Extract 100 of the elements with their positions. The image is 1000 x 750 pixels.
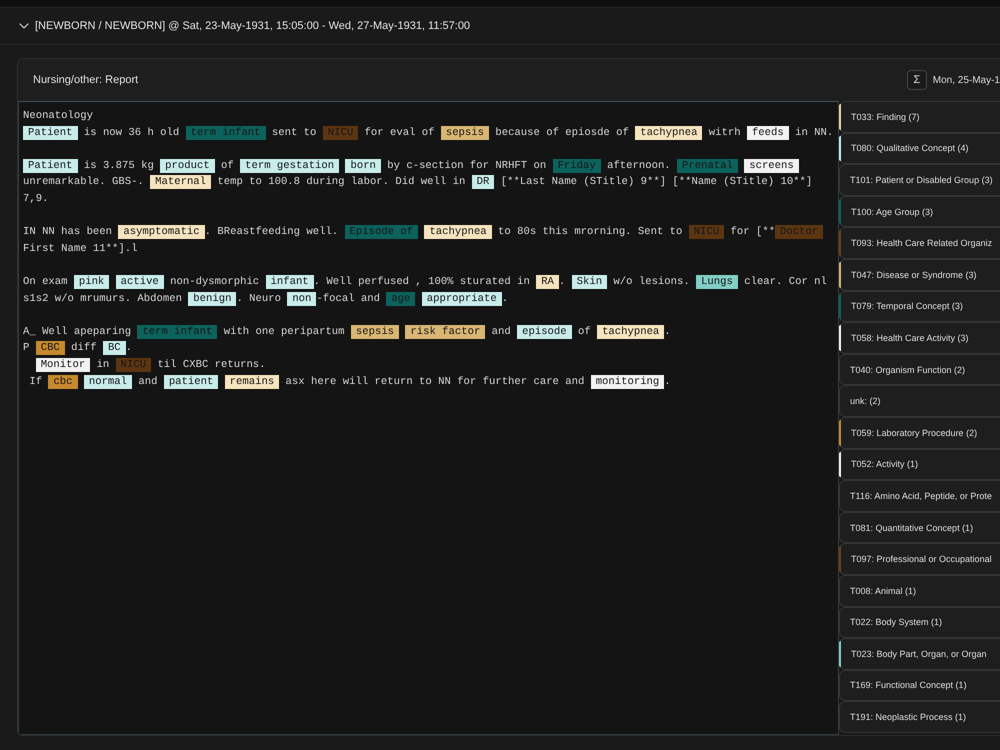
entity-highlight: term infant	[186, 126, 266, 140]
entity-highlight: monitoring	[590, 374, 664, 388]
note-text: IN NN has been	[23, 226, 114, 238]
note-text: afternoon.	[606, 160, 672, 172]
semantic-type-item[interactable]: T100: Age Group (3)	[839, 196, 1000, 228]
entity-highlight: Episode of	[344, 225, 418, 240]
encounter-title: [NEWBORN / NEWBORN] @ Sat, 23-May-1931, 15:05:00 - Wed, 27-May-1931, 11:57:00	[35, 20, 470, 32]
entity-highlight: term infant	[137, 324, 218, 339]
note-text: unremarkable. GBS-.	[23, 176, 145, 188]
entity-highlight: age	[386, 292, 416, 306]
semantic-type-item[interactable]: T080: Qualitative Concept (4)	[839, 132, 1000, 164]
note-text: .	[126, 342, 132, 354]
note-text: 7,9.	[23, 192, 48, 205]
entity-highlight: tachypnea	[424, 225, 492, 240]
entity-highlight: normal	[84, 374, 132, 388]
entity-highlight: screens	[744, 158, 799, 173]
entity-highlight: Maternal	[150, 175, 212, 190]
entity-highlight: Patient	[23, 158, 78, 173]
note-text: diff	[70, 342, 98, 354]
entity-highlight: tachypnea	[597, 324, 664, 339]
entity-highlight: Friday	[552, 158, 601, 173]
note-text: temp to 100.8 during labor. Did well in	[216, 176, 466, 188]
entity-highlight: NICU	[322, 126, 358, 140]
note-text: .	[502, 292, 508, 305]
note-text: by c-section for NRHFT on	[386, 160, 548, 172]
note-text: . BReastfeeding well.	[204, 226, 340, 238]
entity-highlight: risk factor	[405, 324, 486, 339]
note-text: [**Last Name (STitle) 9**] [**Name (STitle) 10**]	[500, 176, 812, 188]
note-text: First Name 11**].l	[23, 242, 138, 255]
note-text: in	[96, 358, 110, 371]
semantic-type-item[interactable]: T022: Body System (1)	[839, 606, 1000, 638]
entity-highlight: born	[345, 158, 381, 173]
semantic-type-item[interactable]: T059: Laboratory Procedure (2)	[839, 416, 1000, 449]
semantic-type-item[interactable]: T191: Neoplastic Process (1)	[839, 701, 1000, 733]
entity-highlight: feeds	[746, 126, 789, 140]
note-text: for eval of	[364, 126, 436, 139]
note-text: On exam	[23, 276, 69, 288]
note-text: .	[664, 376, 671, 388]
note-text: witrh	[708, 126, 742, 139]
semantic-type-item[interactable]: T093: Health Care Related Organiz	[839, 227, 1000, 259]
entity-highlight: DR	[472, 175, 494, 190]
entity-highlight: Skin	[572, 274, 608, 289]
entity-highlight: appropriate	[422, 292, 502, 306]
entity-highlight: Doctor	[775, 225, 824, 240]
semantic-type-item[interactable]: T169: Functional Concept (1)	[839, 670, 1000, 702]
note-text: P	[23, 342, 30, 354]
semantic-type-item[interactable]: T101: Patient or Disabled Group (3)	[839, 164, 1000, 196]
entity-highlight: active	[116, 274, 164, 289]
semantic-type-item[interactable]: T097: Professional or Occupational	[839, 543, 1000, 575]
note-text: for [**	[730, 226, 776, 238]
entity-highlight: Patient	[23, 126, 78, 140]
entity-highlight: Monitor	[36, 358, 90, 372]
entity-highlight: term gestation	[240, 158, 340, 173]
semantic-type-item[interactable]: T116: Amino Acid, Peptide, or Prote	[839, 480, 1000, 512]
entity-highlight: NICU	[116, 358, 152, 372]
entity-highlight: sepsis	[440, 126, 489, 140]
note-text: clear. Cor nl	[743, 276, 827, 288]
entity-highlight: infant	[266, 274, 314, 289]
semantic-type-item[interactable]: T047: Disease or Syndrome (3)	[839, 258, 1000, 291]
semantic-type-item[interactable]: T040: Organism Function (2)	[839, 354, 1000, 386]
note-text: is now 36 h old	[82, 126, 180, 139]
entity-highlight: benign	[188, 292, 236, 306]
semantic-type-item[interactable]: T033: Finding (7)	[839, 101, 1000, 133]
note-text: and	[137, 376, 158, 388]
note-text: .	[664, 326, 671, 338]
semantic-type-item[interactable]: unk: (2)	[839, 385, 1000, 417]
note-text: If	[28, 376, 44, 388]
semantic-type-item[interactable]: T058: Health Care Activity (3)	[839, 322, 1000, 354]
entity-highlight: episode	[517, 324, 572, 339]
note-text: . Neuro	[236, 292, 282, 305]
note-text: asx here will return to NN for further care and	[284, 376, 586, 388]
entity-highlight: cbc	[48, 374, 78, 388]
chevron-down-icon[interactable]	[19, 21, 29, 31]
note-text: because of epiosde of	[494, 126, 630, 139]
entity-highlight: RA	[536, 274, 559, 289]
note-text: of	[220, 160, 235, 172]
entity-highlight: sepsis	[350, 324, 400, 339]
entity-highlight: Lungs	[696, 274, 738, 289]
semantic-type-item[interactable]: T052: Activity (1)	[839, 448, 1000, 480]
note-text: s1s2 w/o mrumurs. Abdomen	[23, 292, 183, 305]
entity-highlight: Prenatal	[677, 158, 738, 173]
note-text: Neonatology	[23, 110, 93, 122]
entity-highlight: asymptomatic	[118, 225, 205, 240]
entity-highlight: patient	[164, 374, 218, 388]
entity-highlight: non	[287, 292, 316, 306]
note-text: non-dysmorphic	[169, 276, 260, 288]
semantic-type-item[interactable]: T008: Animal (1)	[839, 574, 1000, 606]
entity-highlight: NICU	[688, 225, 724, 240]
note-text: in NN.	[794, 126, 834, 139]
entity-highlight: tachypnea	[635, 126, 702, 140]
semantic-type-item[interactable]: T081: Quantitative Concept (1)	[839, 512, 1000, 544]
note-text: of	[576, 326, 592, 338]
sum-button[interactable]: Σ	[906, 70, 927, 90]
report-date: Mon, 25-May-1	[932, 74, 1000, 86]
semantic-type-item[interactable]: T023: Body Part, Organ, or Organ	[839, 638, 1000, 670]
note-text: til CXBC returns.	[156, 358, 266, 371]
semantic-type-item[interactable]: T079: Temporal Concept (3)	[839, 290, 1000, 322]
entity-highlight: pink	[74, 274, 110, 289]
entity-highlight: remains	[224, 374, 280, 388]
note-text: w/o lesions.	[612, 276, 691, 288]
